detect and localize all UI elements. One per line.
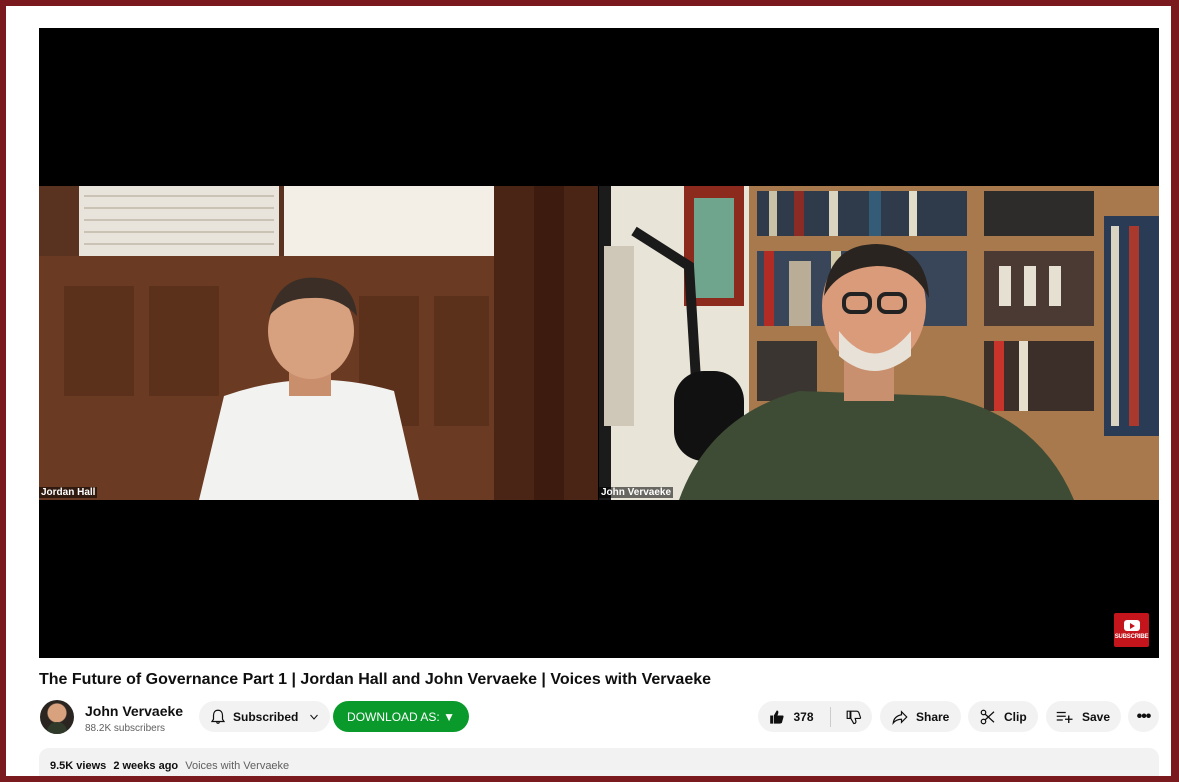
- like-divider: [829, 706, 831, 727]
- video-pane-left: Jordan Hall: [39, 186, 598, 500]
- share-label: Share: [916, 709, 950, 724]
- page: Jordan Hall John Vervaeke SUBSCRIBE The …: [6, 6, 1171, 776]
- video-player[interactable]: Jordan Hall John Vervaeke SUBSCRIBE: [39, 28, 1159, 658]
- description-box[interactable]: 9.5K views 2 weeks ago Voices with Verva…: [39, 748, 1159, 776]
- playlist-add-icon: [1056, 711, 1073, 723]
- description-meta: 9.5K views 2 weeks ago Voices with Verva…: [50, 760, 293, 772]
- share-button[interactable]: Share: [880, 701, 961, 732]
- youtube-icon: [1123, 620, 1140, 631]
- subscribe-watermark[interactable]: SUBSCRIBE: [1114, 613, 1149, 647]
- clip-button[interactable]: Clip: [968, 701, 1038, 732]
- channel-avatar[interactable]: [40, 700, 74, 734]
- save-label: Save: [1082, 709, 1111, 724]
- video-title: The Future of Governance Part 1 | Jordan…: [39, 671, 712, 688]
- subscribed-button[interactable]: Subscribed: [199, 701, 330, 732]
- download-as-button[interactable]: DOWNLOAD AS: ▼: [333, 701, 469, 732]
- like-count: 378: [793, 709, 814, 724]
- channel-name[interactable]: John Vervaeke: [85, 703, 183, 719]
- upload-date: 2 weeks ago: [113, 760, 179, 772]
- dislike-icon[interactable]: [845, 708, 863, 726]
- view-count: 9.5K views: [50, 760, 107, 772]
- subscriber-count: 88.2K subscribers: [85, 723, 166, 734]
- share-icon: [892, 709, 908, 725]
- chevron-down-icon: [310, 714, 319, 720]
- participant-name-left: Jordan Hall: [39, 487, 98, 498]
- subscribed-label: Subscribed: [233, 709, 299, 724]
- clip-label: Clip: [1004, 709, 1027, 724]
- like-icon[interactable]: [768, 708, 786, 726]
- owner-row: John Vervaeke 88.2K subscribers Subscrib…: [39, 700, 1164, 736]
- video-pane-right: John Vervaeke: [599, 186, 1159, 500]
- description-tag: Voices with Vervaeke: [185, 760, 290, 772]
- subscribe-watermark-label: SUBSCRIBE: [1114, 634, 1149, 640]
- more-actions-button[interactable]: •••: [1128, 701, 1159, 732]
- save-button[interactable]: Save: [1046, 701, 1121, 732]
- bell-icon: [210, 709, 226, 724]
- participant-name-right: John Vervaeke: [599, 487, 674, 498]
- right-video-frame: [599, 186, 1159, 500]
- left-video-frame: [39, 186, 598, 500]
- like-dislike-group: 378: [758, 701, 872, 732]
- scissors-icon: [980, 709, 995, 724]
